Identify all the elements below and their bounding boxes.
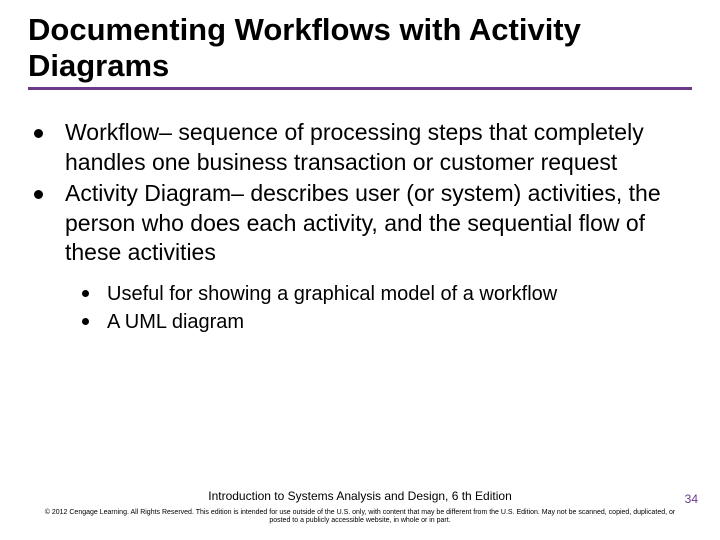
slide-footer: Introduction to Systems Analysis and Des… bbox=[0, 489, 720, 527]
slide-title: Documenting Workflows with Activity Diag… bbox=[28, 12, 692, 83]
list-item: Useful for showing a graphical model of … bbox=[28, 281, 692, 307]
list-item: Activity Diagram– describes user (or sys… bbox=[28, 179, 692, 267]
bullet-text: Useful for showing a graphical model of … bbox=[107, 281, 557, 307]
list-item: A UML diagram bbox=[28, 309, 692, 335]
bullet-icon bbox=[82, 318, 89, 325]
slide-content: Documenting Workflows with Activity Diag… bbox=[0, 0, 720, 335]
main-bullet-list: Workflow– sequence of processing steps t… bbox=[28, 118, 692, 267]
bullet-text: Workflow– sequence of processing steps t… bbox=[65, 118, 692, 177]
bullet-icon bbox=[82, 290, 89, 297]
bullet-icon bbox=[34, 190, 43, 199]
title-underline bbox=[28, 87, 692, 90]
bullet-text: A UML diagram bbox=[107, 309, 244, 335]
bullet-text: Activity Diagram– describes user (or sys… bbox=[65, 179, 692, 267]
footer-book-title: Introduction to Systems Analysis and Des… bbox=[0, 489, 720, 503]
footer-copyright: © 2012 Cengage Learning. All Rights Rese… bbox=[0, 509, 720, 527]
sub-bullet-list: Useful for showing a graphical model of … bbox=[28, 281, 692, 335]
list-item: Workflow– sequence of processing steps t… bbox=[28, 118, 692, 177]
bullet-icon bbox=[34, 129, 43, 138]
